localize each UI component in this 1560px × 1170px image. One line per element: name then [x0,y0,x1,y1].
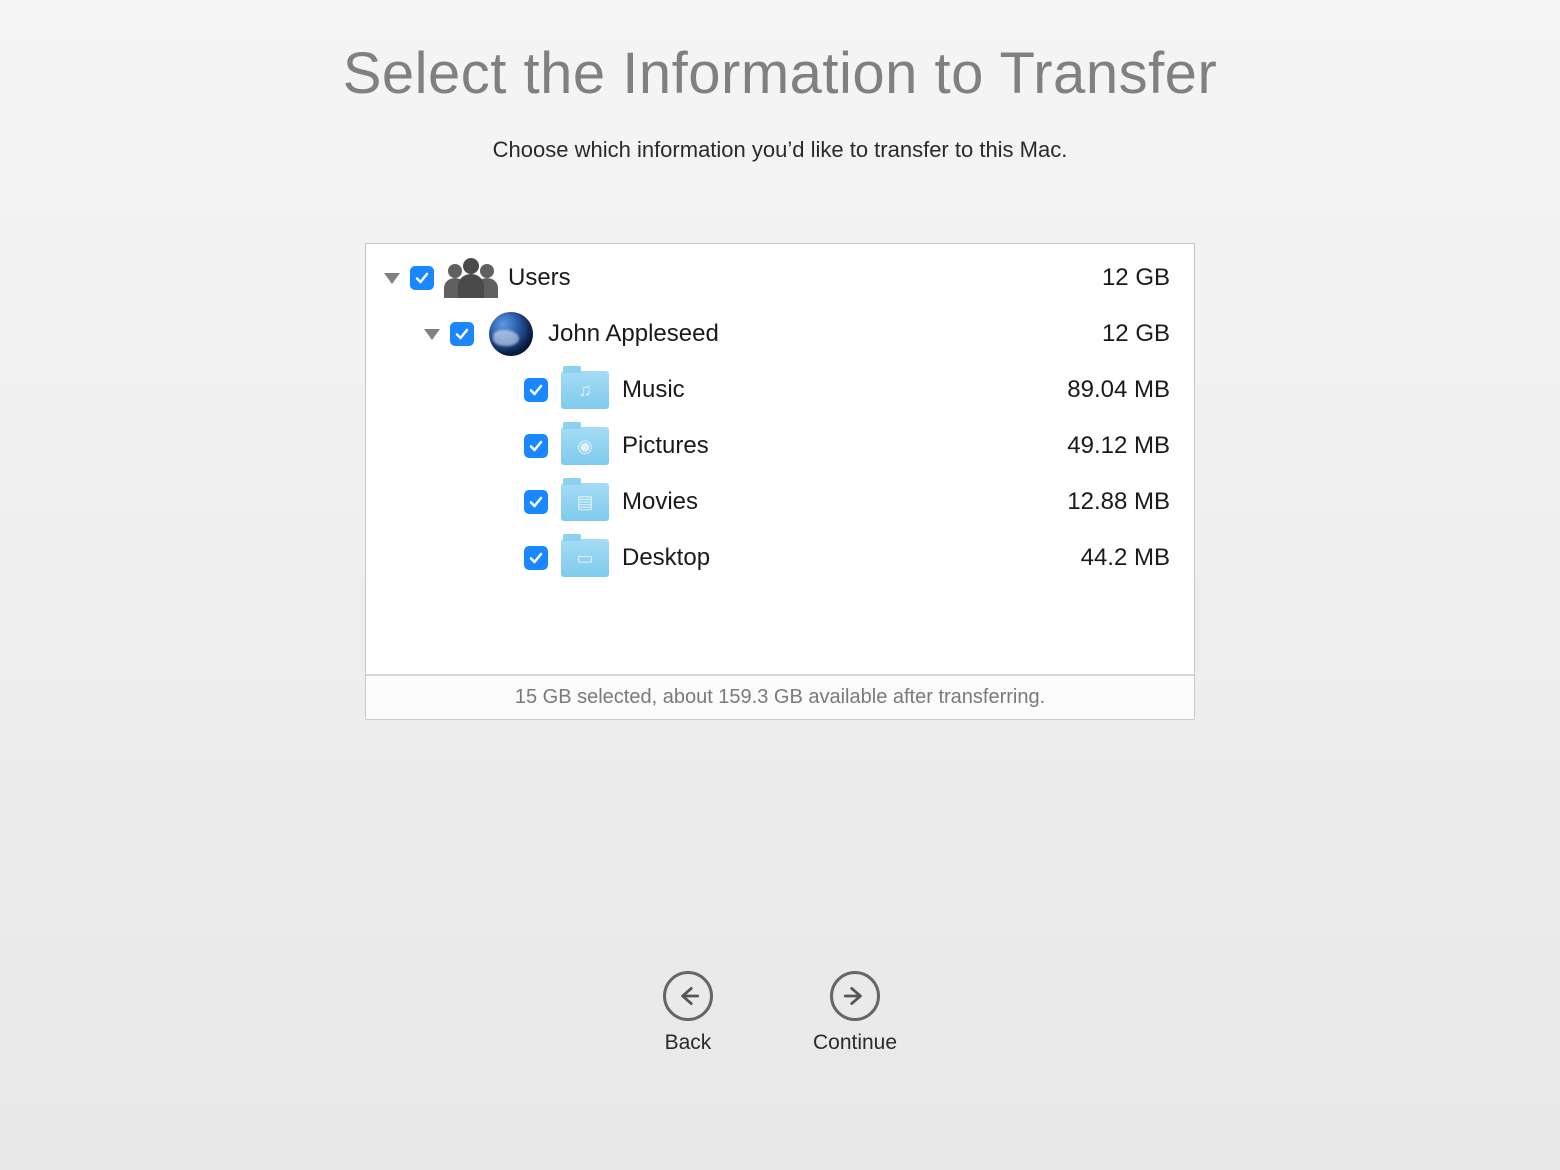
page-title: Select the Information to Transfer [343,40,1218,107]
tree-label: Pictures [622,432,709,460]
tree-size: 44.2 MB [1081,544,1176,572]
disclosure-triangle-icon[interactable] [384,273,400,284]
status-bar: 15 GB selected, about 159.3 GB available… [366,674,1194,719]
tree-label: John Appleseed [548,320,719,348]
checkbox[interactable] [524,546,548,570]
movies-folder-icon: ▤ [558,480,612,524]
tree-label: Music [622,376,685,404]
page-subtitle: Choose which information you’d like to t… [493,137,1068,163]
checkbox[interactable] [410,266,434,290]
checkbox[interactable] [524,434,548,458]
users-icon [444,256,498,300]
nav-buttons: Back Continue [663,971,897,1055]
tree-row-movies[interactable]: ▤ Movies 12.88 MB [376,474,1184,530]
globe-icon [484,312,538,356]
tree-size: 12 GB [1102,320,1176,348]
back-button[interactable]: Back [663,971,713,1055]
arrow-right-icon [830,971,880,1021]
checkbox[interactable] [524,490,548,514]
tree-size: 12 GB [1102,264,1176,292]
tree-row-music[interactable]: ♫ Music 89.04 MB [376,362,1184,418]
checkbox[interactable] [450,322,474,346]
tree-label: Desktop [622,544,710,572]
pictures-folder-icon: ◉ [558,424,612,468]
tree-row-user[interactable]: John Appleseed 12 GB [376,306,1184,362]
continue-button[interactable]: Continue [813,971,897,1055]
arrow-left-icon [663,971,713,1021]
tree-row-pictures[interactable]: ◉ Pictures 49.12 MB [376,418,1184,474]
checkbox[interactable] [524,378,548,402]
transfer-panel: Users 12 GB John Appleseed 12 GB ♫ Music… [365,243,1195,720]
tree-label: Movies [622,488,698,516]
tree-row-desktop[interactable]: ▭ Desktop 44.2 MB [376,530,1184,586]
back-label: Back [665,1031,712,1055]
continue-label: Continue [813,1031,897,1055]
tree-size: 49.12 MB [1067,432,1176,460]
transfer-tree: Users 12 GB John Appleseed 12 GB ♫ Music… [366,244,1194,674]
music-folder-icon: ♫ [558,368,612,412]
tree-row-users[interactable]: Users 12 GB [376,250,1184,306]
tree-size: 12.88 MB [1067,488,1176,516]
tree-label: Users [508,264,571,292]
disclosure-triangle-icon[interactable] [424,329,440,340]
tree-size: 89.04 MB [1067,376,1176,404]
desktop-folder-icon: ▭ [558,536,612,580]
